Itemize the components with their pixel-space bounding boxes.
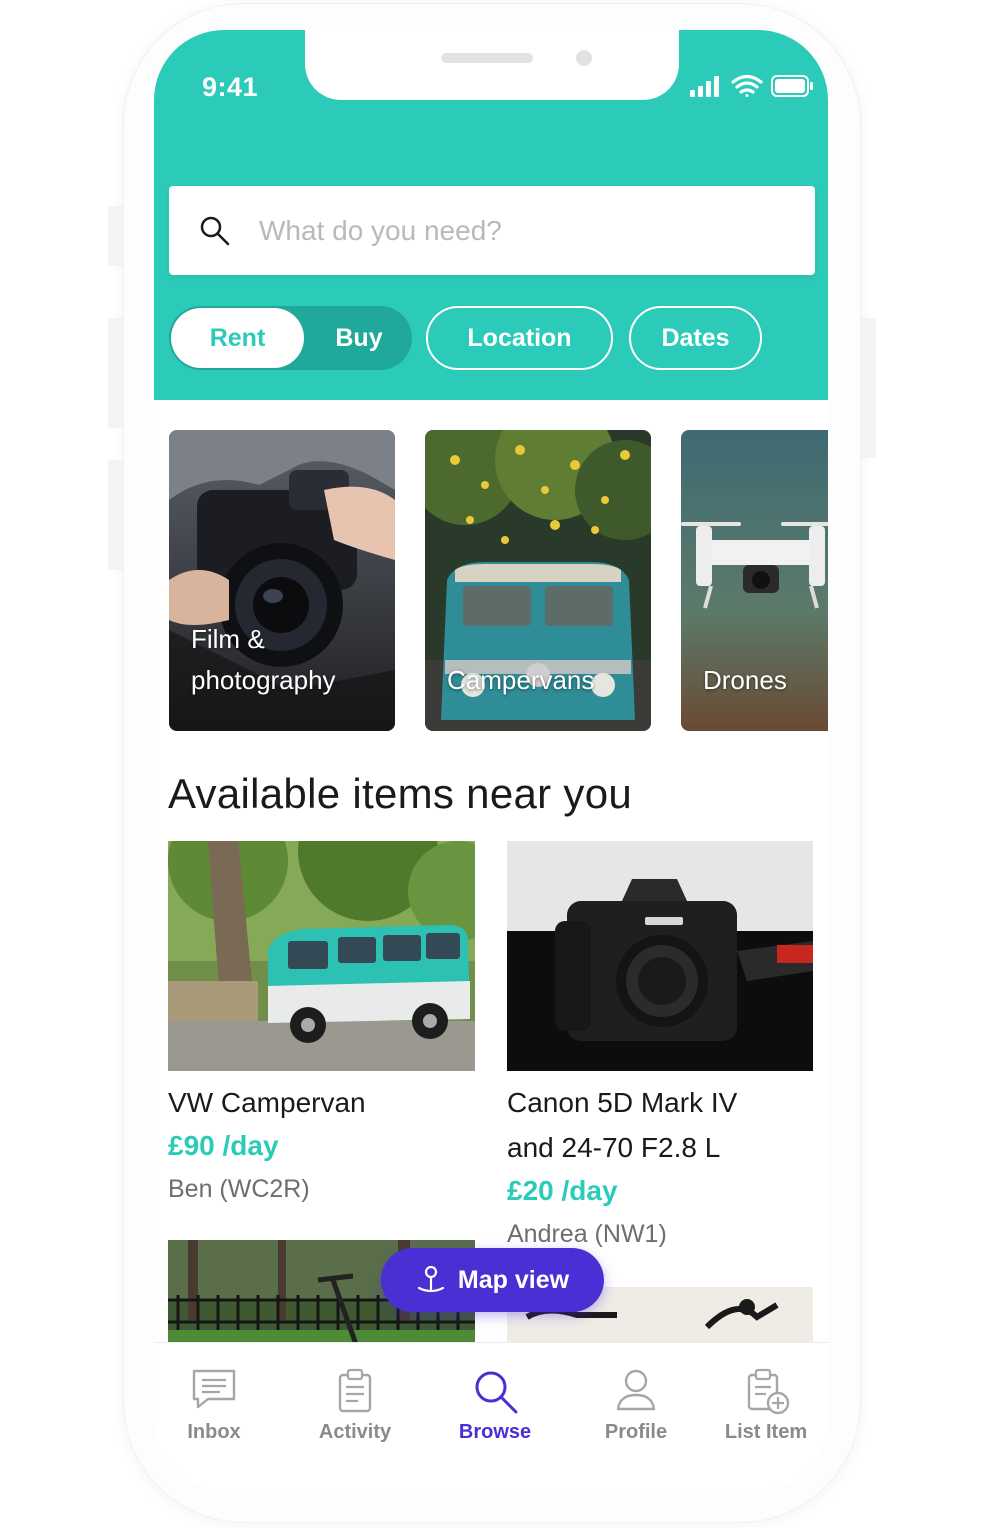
search-input[interactable] <box>259 214 779 247</box>
front-camera <box>576 50 592 66</box>
bottom-tab-bar: Inbox Activity Browse Profile List Item <box>154 1342 828 1490</box>
map-view-button[interactable]: Map view <box>381 1248 604 1312</box>
dates-filter-button[interactable]: Dates <box>629 306 762 370</box>
tab-activity[interactable]: Activity <box>290 1343 420 1463</box>
search-icon <box>200 216 230 245</box>
item-title-canon-5d[interactable]: Canon 5D Mark IV and 24-70 F2.8 L <box>507 1080 737 1170</box>
category-card-film-photography[interactable]: Film & photography <box>169 430 395 731</box>
category-label-campervans: Campervans <box>447 665 595 695</box>
tab-inbox[interactable]: Inbox <box>154 1343 279 1463</box>
vw-campervan-photo <box>168 841 475 1071</box>
category-card-drones[interactable]: Drones <box>681 430 828 731</box>
battery-icon <box>771 75 813 97</box>
inbox-icon <box>192 1369 236 1409</box>
tab-profile[interactable]: Profile <box>571 1343 701 1463</box>
category-label-film: Film & photography <box>191 624 336 695</box>
power-button <box>860 318 876 458</box>
map-pin-icon <box>417 1265 445 1293</box>
location-filter-button[interactable]: Location <box>426 306 613 370</box>
item-title-vw-campervan[interactable]: VW Campervan <box>168 1080 366 1125</box>
search-bar[interactable] <box>169 186 815 275</box>
rent-buy-toggle[interactable]: Rent Buy <box>169 306 412 370</box>
status-icons <box>690 74 813 97</box>
volume-up-button <box>108 318 124 428</box>
clipboard-icon <box>338 1368 372 1413</box>
section-title: Available items near you <box>168 770 633 817</box>
tab-label-browse: Browse <box>458 1421 532 1443</box>
notch <box>305 30 679 100</box>
tab-label-activity: Activity <box>318 1421 392 1443</box>
silent-switch <box>108 206 124 266</box>
clipboard-add-icon <box>747 1368 790 1415</box>
rent-option[interactable]: Rent <box>171 308 304 368</box>
volume-down-button <box>108 460 124 570</box>
tab-label-list-item: List Item <box>724 1421 808 1443</box>
user-icon <box>616 1369 656 1411</box>
tab-browse[interactable]: Browse <box>430 1343 560 1463</box>
search-icon <box>475 1371 518 1414</box>
item-image-vw-campervan[interactable] <box>168 841 475 1071</box>
phone-screen: 9:41 What do you need? Rent Buy Location… <box>154 30 828 1490</box>
map-view-label: Map view <box>457 1265 570 1294</box>
item-owner-canon-5d: Andrea (NW1) <box>507 1220 667 1248</box>
item-price-canon-5d: £20 /day <box>507 1175 618 1206</box>
tab-label-profile: Profile <box>604 1421 668 1443</box>
tab-list-item[interactable]: List Item <box>701 1343 828 1463</box>
item-owner-vw-campervan: Ben (WC2R) <box>168 1175 310 1203</box>
wifi-icon <box>731 74 763 97</box>
category-card-campervans[interactable]: Campervans <box>425 430 651 731</box>
item-image-canon-5d[interactable] <box>507 841 813 1071</box>
signal-icon <box>690 76 719 97</box>
item-price-vw-campervan: £90 /day <box>168 1130 279 1161</box>
speaker <box>441 53 533 63</box>
canon-camera-photo <box>507 841 813 1071</box>
buy-option[interactable]: Buy <box>306 306 412 370</box>
status-time: 9:41 <box>202 72 259 102</box>
tab-label-inbox: Inbox <box>187 1421 241 1443</box>
app-header: 9:41 What do you need? Rent Buy Location… <box>154 30 828 400</box>
category-label-drones: Drones <box>703 665 787 695</box>
